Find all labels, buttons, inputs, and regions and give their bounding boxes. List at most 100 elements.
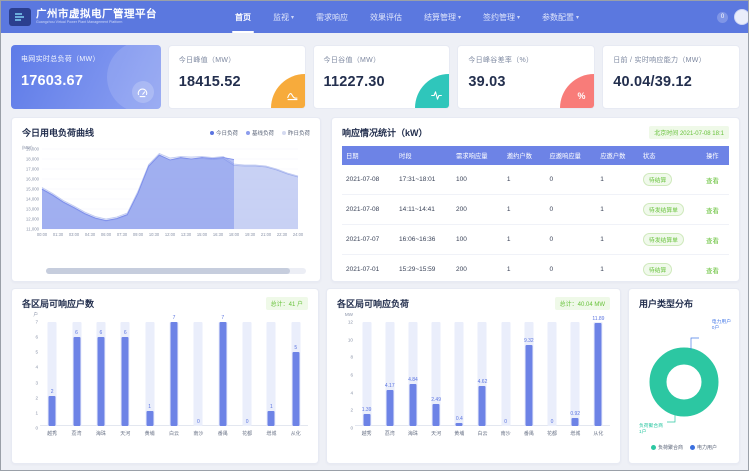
legend-label: 今日负荷 <box>216 129 238 137</box>
nav-item-label: 参数配置 <box>542 12 574 23</box>
kpi-label: 今日峰值（MW） <box>179 55 295 65</box>
bar-category-label: 从化 <box>291 430 301 437</box>
cell-demand: 200 <box>452 255 503 283</box>
svg-text:01:30: 01:30 <box>53 232 64 237</box>
bar-value-label: 6 <box>124 330 127 336</box>
bar-白云[interactable]: 7白云 <box>162 322 186 426</box>
table-column-header: 状态 <box>639 146 702 165</box>
bar-category-label: 南沙 <box>193 430 203 437</box>
svg-text:18,000: 18,000 <box>26 157 40 162</box>
y-axis-tick: 4 <box>35 365 38 370</box>
view-link[interactable]: 查看 <box>706 178 719 185</box>
bar-category-label: 从化 <box>593 430 603 437</box>
bar-海珠[interactable]: 6海珠 <box>89 322 113 426</box>
y-axis-unit: MW <box>345 312 353 317</box>
kpi-row: 电网实时总负荷（MW）17603.67今日峰值（MW）18415.52今日谷值（… <box>11 45 740 109</box>
district-users-total-badge: 总计：41 户 <box>266 297 308 310</box>
bar-花都[interactable]: 0花都 <box>235 322 259 426</box>
cell-resp-amount: 0 <box>545 195 596 225</box>
chart-scrollbar[interactable] <box>46 268 306 274</box>
bar-chart-y-axis: MW121086420 <box>337 314 355 440</box>
kpi-card-1: 电网实时总负荷（MW）17603.67 <box>11 45 161 109</box>
bar-category-label: 越秀 <box>47 430 57 437</box>
nav-item-7[interactable]: 参数配置▾ <box>531 1 590 33</box>
bar-海珠[interactable]: 4.84海珠 <box>401 322 424 426</box>
legend-item[interactable]: 基线负荷 <box>246 129 274 137</box>
cell-date: 2021-07-08 <box>342 195 395 225</box>
cell-action: 查看 <box>702 255 729 283</box>
bar-番禺[interactable]: 7番禺 <box>211 322 235 426</box>
nav-right: 0 <box>717 9 740 25</box>
bar-番禺[interactable]: 9.32番禺 <box>517 322 540 426</box>
bar-天河[interactable]: 2.49天河 <box>425 322 448 426</box>
chevron-down-icon: ▾ <box>517 14 520 21</box>
notification-badge[interactable]: 0 <box>717 12 728 23</box>
legend-item[interactable]: 今日负荷 <box>210 129 238 137</box>
nav-item-2[interactable]: 监视▾ <box>262 1 305 33</box>
donut-label-aggregator: 负荷聚合商 1户 <box>639 424 663 436</box>
view-link[interactable]: 查看 <box>706 238 719 245</box>
svg-text:00:00: 00:00 <box>37 232 48 237</box>
bar-background <box>548 322 557 426</box>
brand: 广州市虚拟电厂管理平台 Guangzhou Virtual Power Plan… <box>9 8 224 26</box>
donut-chart[interactable] <box>629 316 739 438</box>
bar-fill <box>268 411 275 426</box>
legend-item[interactable]: 电力用户 <box>690 444 717 451</box>
nav-item-1[interactable]: 首页 <box>224 1 262 33</box>
nav-item-5[interactable]: 结算管理▾ <box>413 1 472 33</box>
user-avatar[interactable] <box>734 9 749 25</box>
table-column-header: 邀约户数 <box>503 146 546 165</box>
y-axis-tick: 0 <box>35 426 38 431</box>
legend-item[interactable]: 昨日负荷 <box>282 129 310 137</box>
kpi-card-5: 日前 / 实时响应能力（MW）40.04/39.12 <box>602 45 740 109</box>
chart-scrollbar-thumb[interactable] <box>46 268 290 274</box>
bar-花都[interactable]: 0花都 <box>540 322 563 426</box>
view-link[interactable]: 查看 <box>706 208 719 215</box>
svg-text:24:00: 24:00 <box>293 232 304 237</box>
view-link[interactable]: 查看 <box>706 268 719 275</box>
svg-text:21:00: 21:00 <box>261 232 272 237</box>
bar-黄埔[interactable]: 1黄埔 <box>137 322 161 426</box>
bar-南沙[interactable]: 0南沙 <box>494 322 517 426</box>
legend-item[interactable]: 负荷聚合商 <box>651 444 683 451</box>
svg-text:14,000: 14,000 <box>26 197 40 202</box>
bar-value-label: 1 <box>270 404 273 410</box>
user-type-legend: 负荷聚合商电力用户 <box>629 444 739 451</box>
svg-text:07:30: 07:30 <box>117 232 128 237</box>
bar-天河[interactable]: 6天河 <box>113 322 137 426</box>
bar-从化[interactable]: 11.89从化 <box>587 322 610 426</box>
bar-value-label: 0.92 <box>570 411 580 417</box>
kpi-label: 今日谷值（MW） <box>324 55 440 65</box>
bar-增城[interactable]: 0.92增城 <box>564 322 587 426</box>
bar-南沙[interactable]: 0南沙 <box>186 322 210 426</box>
bar-value-label: 1 <box>148 404 151 410</box>
bar-category-label: 番禺 <box>524 430 534 437</box>
bar-荔湾[interactable]: 6荔湾 <box>64 322 88 426</box>
bar-value-label: 2 <box>51 389 54 395</box>
bar-荔湾[interactable]: 4.17荔湾 <box>378 322 401 426</box>
bar-fill <box>122 337 129 426</box>
cell-period: 16:06~16:36 <box>395 225 452 255</box>
bar-category-label: 增城 <box>570 430 580 437</box>
nav-item-3[interactable]: 需求响应 <box>305 1 359 33</box>
bar-fill <box>292 352 299 426</box>
response-table-title: 响应情况统计（kW） <box>342 126 428 139</box>
bar-越秀[interactable]: 2越秀 <box>40 322 64 426</box>
y-axis-tick: 3 <box>35 380 38 385</box>
legend-dot <box>246 131 250 135</box>
load-curve-chart[interactable]: (MW)19,00018,00017,00016,00015,00014,000… <box>12 141 304 259</box>
svg-text:04:30: 04:30 <box>85 232 96 237</box>
bar-从化[interactable]: 5从化 <box>284 322 308 426</box>
chevron-down-icon: ▾ <box>458 14 461 21</box>
y-axis-tick: 6 <box>35 335 38 340</box>
nav-item-4[interactable]: 效果评估 <box>359 1 413 33</box>
bar-越秀[interactable]: 1.39越秀 <box>355 322 378 426</box>
bar-value-label: 2.49 <box>431 397 441 403</box>
cell-date: 2021-07-01 <box>342 255 395 283</box>
cell-status: 待结算 <box>639 255 702 283</box>
bar-黄埔[interactable]: 0.4黄埔 <box>448 322 471 426</box>
nav-item-6[interactable]: 签约管理▾ <box>472 1 531 33</box>
bar-增城[interactable]: 1增城 <box>259 322 283 426</box>
table-column-header: 日期 <box>342 146 395 165</box>
bar-白云[interactable]: 4.62白云 <box>471 322 494 426</box>
